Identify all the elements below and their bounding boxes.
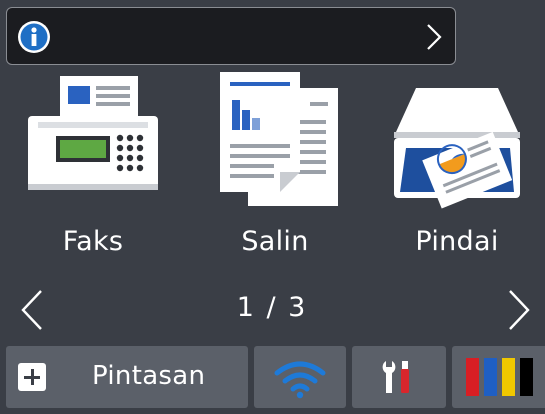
chevron-left-icon[interactable] — [18, 288, 46, 332]
scan-label: Pindai — [415, 226, 499, 257]
info-icon — [18, 21, 50, 53]
shortcut-label: Pintasan — [92, 361, 206, 391]
ink-levels-icon — [466, 358, 533, 396]
settings-button[interactable] — [352, 346, 446, 408]
bottom-bar: Pintasan — [0, 346, 545, 414]
chevron-right-icon[interactable] — [505, 288, 533, 332]
settings-tools-icon — [382, 361, 409, 393]
scan-app-button[interactable]: Pindai — [372, 72, 542, 272]
copy-app-button[interactable]: Salin — [190, 72, 360, 272]
wifi-icon — [274, 361, 326, 399]
fax-label: Faks — [62, 226, 124, 257]
copy-label: Salin — [241, 226, 309, 257]
fax-app-button[interactable]: Faks — [8, 72, 178, 272]
pager: 1 / 3 — [0, 280, 545, 340]
copy-documents-icon — [220, 72, 338, 206]
fax-machine-icon — [28, 76, 158, 190]
wifi-button[interactable] — [254, 346, 346, 408]
info-bar[interactable] — [6, 7, 456, 65]
shortcut-button[interactable]: Pintasan — [6, 346, 248, 408]
scanner-icon — [394, 88, 520, 209]
chevron-right-icon — [427, 24, 442, 50]
plus-icon — [18, 363, 46, 391]
page-indicator: 1 / 3 — [236, 292, 308, 323]
ink-levels-button[interactable] — [452, 346, 545, 408]
